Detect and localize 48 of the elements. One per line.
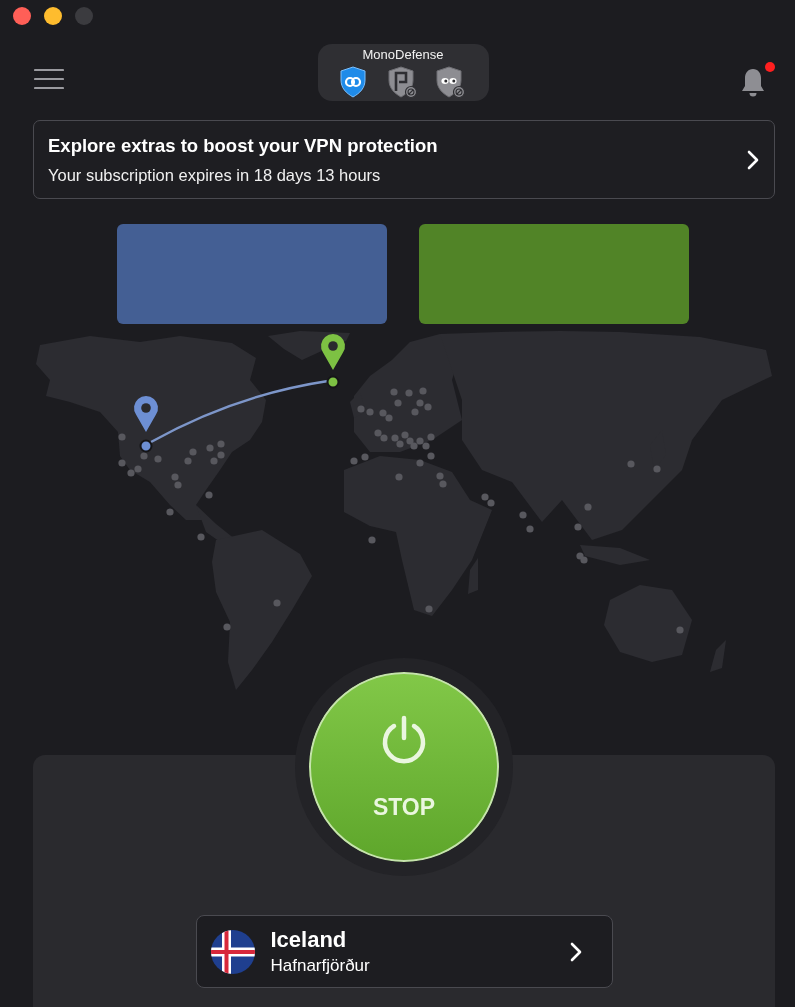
server-dot — [118, 433, 126, 441]
server-dot — [519, 511, 527, 519]
server-dot — [627, 460, 635, 468]
server-dot — [390, 388, 398, 396]
server-dot — [416, 459, 424, 467]
app-switcher-title: MonoDefense — [362, 47, 444, 63]
server-dot — [653, 465, 661, 473]
server-dot — [425, 605, 433, 613]
minimize-button[interactable] — [44, 7, 62, 25]
server-dot — [368, 536, 376, 544]
location-pin-icon — [321, 333, 345, 370]
location-button[interactable]: Iceland Hafnarfjörður — [195, 915, 613, 988]
eyes-shield-icon[interactable] — [436, 66, 466, 98]
close-button[interactable] — [13, 7, 31, 25]
server-dot — [574, 523, 582, 531]
server-dot — [526, 525, 534, 533]
chevron-right-icon — [747, 149, 759, 170]
server-dot — [223, 623, 231, 631]
server-dot — [166, 508, 174, 516]
location-pin-icon — [134, 395, 158, 432]
banner-title: Explore extras to boost your VPN protection — [48, 133, 439, 158]
bell-icon[interactable] — [740, 67, 766, 97]
server-dot — [217, 440, 225, 448]
menu-icon[interactable] — [34, 68, 64, 90]
chevron-right-icon — [569, 941, 582, 962]
server-dot — [205, 491, 213, 499]
server-dot — [676, 626, 684, 634]
server-dot — [140, 452, 148, 460]
location-dot-icon — [139, 439, 153, 453]
flag-shield-icon[interactable] — [388, 66, 418, 98]
server-dot — [206, 444, 214, 452]
server-dot — [118, 459, 126, 467]
server-dot — [350, 457, 358, 465]
server-dot — [273, 599, 281, 607]
promo-banner[interactable]: Explore extras to boost your VPN protection Your subscription expires in 18 days 13 hours — [33, 120, 775, 199]
server-dot — [584, 503, 592, 511]
server-dot — [394, 399, 402, 407]
server-dot — [405, 389, 413, 397]
server-dot — [154, 455, 162, 463]
server-dot — [427, 452, 435, 460]
server-dot — [419, 387, 427, 395]
country-name: Iceland — [270, 927, 348, 953]
location-dot-icon — [326, 375, 340, 389]
city-name: Hafnarfjörður — [270, 955, 371, 976]
banner-subtitle: Your subscription expires in 18 days 13 hours — [48, 164, 382, 186]
server-dot — [361, 453, 369, 461]
server-dot — [197, 533, 205, 541]
server-dot — [395, 473, 403, 481]
